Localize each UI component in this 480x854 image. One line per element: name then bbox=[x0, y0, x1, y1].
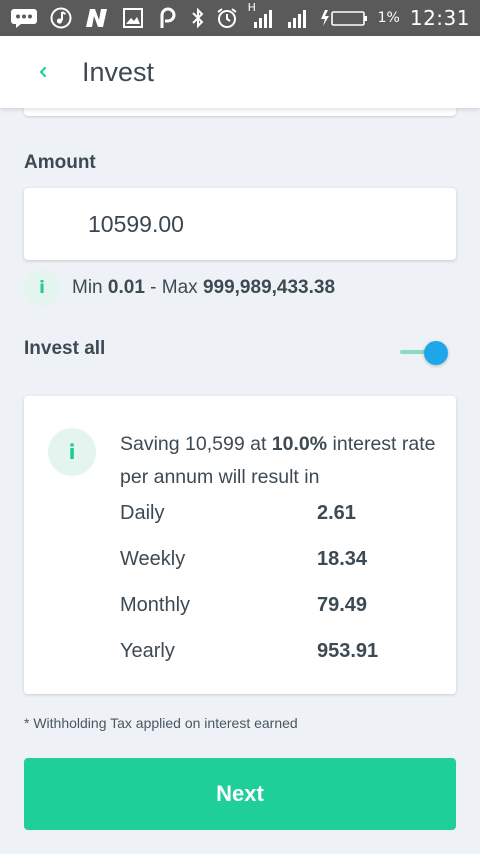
amount-input[interactable] bbox=[88, 210, 428, 238]
projection-row: Weekly 18.34 bbox=[120, 548, 440, 578]
interest-rate: 10.0% bbox=[271, 433, 328, 455]
projection-row: Yearly 953.91 bbox=[120, 640, 440, 670]
next-button[interactable]: Next bbox=[24, 758, 456, 830]
info-icon: i bbox=[24, 270, 60, 306]
amount-limits: i Min 0.01 - Max 999,989,433.38 bbox=[24, 270, 335, 306]
projection-row: Monthly 79.49 bbox=[120, 594, 440, 624]
min-value: 0.01 bbox=[107, 277, 145, 298]
projection-period: Daily bbox=[120, 502, 165, 524]
limits-text: Min 0.01 - Max 999,989,433.38 bbox=[72, 277, 335, 299]
max-label: - Max bbox=[150, 277, 198, 298]
projection-value: 953.91 bbox=[317, 640, 379, 662]
projection-period: Yearly bbox=[120, 640, 175, 662]
status-bar-notifications bbox=[10, 7, 178, 29]
toggle-thumb bbox=[424, 341, 448, 365]
projection-value: 79.49 bbox=[317, 594, 368, 616]
projection-value: 18.34 bbox=[317, 548, 368, 570]
signal-icon bbox=[286, 7, 310, 29]
description-prefix: Saving 10,599 at bbox=[120, 433, 267, 455]
interest-summary-card: i Saving 10,599 at 10.0% interest rate p… bbox=[24, 396, 456, 694]
status-bar-system: H 1% 12:31 bbox=[190, 1, 470, 30]
info-icon: i bbox=[48, 428, 96, 476]
clock: 12:31 bbox=[409, 6, 470, 30]
interest-description: Saving 10,599 at 10.0% interest rate per… bbox=[120, 428, 440, 494]
battery-percent: 1% bbox=[377, 10, 400, 26]
amount-label: Amount bbox=[24, 152, 96, 173]
page-title: Invest bbox=[82, 56, 155, 87]
p-app-icon bbox=[156, 7, 178, 29]
battery-charging-icon bbox=[320, 7, 368, 29]
bluetooth-icon bbox=[190, 7, 206, 29]
music-icon bbox=[50, 7, 72, 29]
back-button[interactable] bbox=[28, 57, 58, 87]
network-type-label: H bbox=[247, 1, 256, 14]
signal-icon: H bbox=[248, 1, 276, 29]
projection-value: 2.61 bbox=[317, 502, 356, 524]
n-app-icon bbox=[84, 7, 110, 29]
status-bar: H 1% 12:31 bbox=[0, 0, 480, 36]
max-value: 999,989,433.38 bbox=[202, 277, 336, 298]
tax-footnote: * Withholding Tax applied on interest ea… bbox=[24, 715, 298, 731]
chevron-left-icon bbox=[39, 66, 47, 78]
alarm-icon bbox=[216, 7, 238, 29]
projection-period: Weekly bbox=[120, 548, 186, 570]
image-icon bbox=[122, 7, 144, 29]
messaging-icon bbox=[10, 7, 38, 29]
amount-field[interactable] bbox=[24, 188, 456, 260]
app-bar: Invest bbox=[0, 36, 480, 108]
projection-period: Monthly bbox=[120, 594, 191, 616]
invest-all-toggle[interactable] bbox=[398, 339, 454, 367]
min-label: Min bbox=[72, 277, 103, 298]
projection-row: Daily 2.61 bbox=[120, 502, 440, 532]
invest-all-label: Invest all bbox=[24, 338, 106, 359]
